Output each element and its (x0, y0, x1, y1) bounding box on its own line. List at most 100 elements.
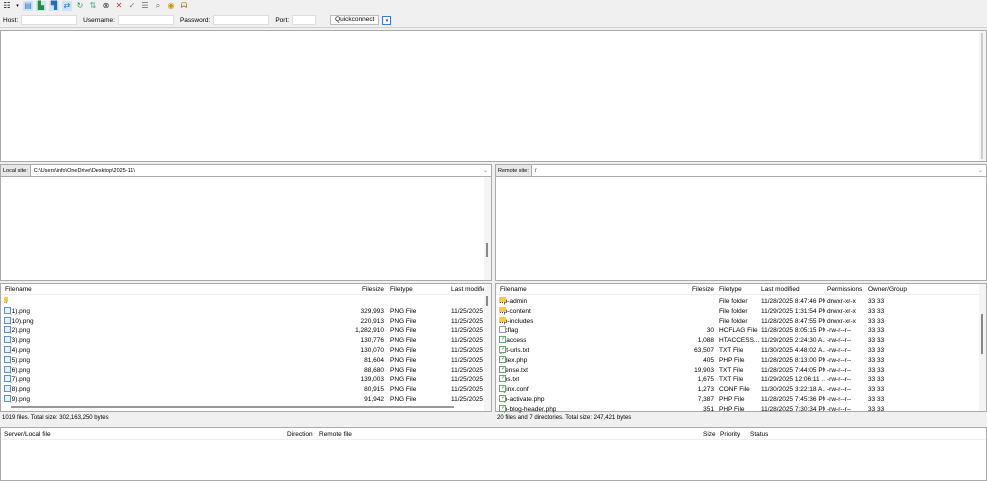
cell-name: 2 (2).png (4, 326, 30, 336)
local-directory-tree[interactable] (0, 177, 492, 281)
local-list-scrollbar[interactable] (484, 284, 491, 411)
remote-path-input[interactable]: / (532, 168, 978, 174)
file-icon (4, 395, 11, 402)
cell-modified: 11/25/2025 6 (451, 347, 485, 354)
dropdown-arrow-icon[interactable]: ▾ (15, 1, 20, 11)
column-filename[interactable]: Filename (500, 284, 527, 295)
column-filetype[interactable]: Filetype (719, 284, 742, 295)
reconnect-icon[interactable]: ✓ (127, 1, 137, 11)
file-row[interactable]: 2 (7).png 139,003 PNG File 11/25/2025 6 (1, 375, 485, 385)
local-tree-toggle-icon[interactable]: ▙ (36, 1, 46, 11)
cell-modified: 11/28/2025 7:44:05 PM (761, 366, 825, 374)
file-row[interactable]: wp-admin File folder 11/28/2025 8:47:46 PM… (496, 297, 978, 307)
file-row[interactable]: 2 (8).png 80,915 PNG File 11/25/2025 6 (1, 385, 485, 395)
cell-modified: 11/25/2025 7 (451, 307, 485, 315)
cell-owner: 33 33 (868, 317, 885, 325)
username-input[interactable] (117, 15, 174, 25)
file-icon (4, 326, 11, 334)
column-remote-file[interactable]: Remote file (319, 429, 352, 440)
column-direction[interactable]: Direction (287, 429, 313, 440)
file-row[interactable]: .hcflag 30 HCFLAG File 11/28/2025 8:05:15 P… (496, 326, 978, 336)
cell-name: 2 (10).png (4, 316, 34, 327)
column-size[interactable]: Size (703, 429, 716, 440)
cell-modified: 11/25/2025 6 (451, 356, 485, 364)
file-row[interactable]: wp-includes File folder 11/28/2025 8:47:55… (496, 316, 978, 327)
process-queue-icon[interactable]: ⇅ (88, 1, 98, 11)
file-row[interactable]: wp-content File folder 11/29/2025 1:31:54 … (496, 306, 978, 317)
file-row[interactable]: 2 (10).png 220,913 PNG File 11/25/2025 6 (1, 316, 485, 327)
file-row[interactable]: 2 (6).png 88,680 PNG File 11/25/2025 6 (1, 365, 485, 376)
file-row[interactable]: llms.txt 1,675 TXT File 11/29/2025 12:06:11… (496, 375, 978, 385)
compare-icon[interactable]: ⌕ (153, 1, 163, 11)
remote-status: 20 files and 7 directories. Total size: … (497, 415, 632, 421)
cancel-icon[interactable]: ⊗ (101, 1, 111, 11)
local-horizontal-scrollbar[interactable] (11, 406, 454, 408)
file-icon (499, 346, 506, 353)
host-label: Host: (3, 16, 19, 24)
filter-icon[interactable]: ☰ (140, 1, 150, 11)
column-last-modified[interactable]: Last modified (761, 284, 800, 295)
column-permissions[interactable]: Permissions (827, 284, 862, 295)
file-row[interactable]: nginx.conf 1,273 CONF File 11/30/2025 3:22:… (496, 385, 978, 395)
cell-size: 139,003 (360, 376, 385, 384)
site-manager-icon[interactable]: ☷ (2, 1, 12, 11)
remote-directory-tree[interactable] (495, 177, 987, 281)
cell-size: 30 (706, 327, 714, 335)
queue-header: Server/Local file Direction Remote file … (1, 429, 986, 440)
local-tree-scrollbar[interactable] (484, 177, 491, 280)
column-priority[interactable]: Priority (720, 429, 740, 440)
cell-type: PHP File (719, 396, 745, 403)
password-input[interactable] (213, 15, 270, 25)
cell-perms: -rw-r--r-- (827, 347, 852, 354)
host-input[interactable] (21, 15, 78, 25)
file-name: wp-blog-header.php (499, 405, 557, 413)
cell-name: .hcflag (499, 326, 518, 336)
file-row[interactable]: .htaccess 1,088 HTACCESS...11/29/2025 2:24… (496, 336, 978, 346)
cell-type: File folder (719, 317, 748, 325)
cell-type: PHP File (719, 356, 745, 364)
file-row[interactable]: license.txt 19,903 TXT File 11/28/2025 7:44… (496, 365, 978, 376)
file-row[interactable]: 2 (9).png 91,942 PNG File 11/25/2025 6 (1, 395, 485, 405)
file-row[interactable]: 2 (5).png 81,604 PNG File 11/25/2025 6 (1, 355, 485, 366)
cell-type: TXT File (719, 376, 744, 384)
file-icon (4, 385, 11, 393)
search-icon[interactable]: ᗣ (179, 1, 189, 11)
file-row[interactable]: gpt-urls.txt 63,507 TXT File 11/30/2025 4:4… (496, 346, 978, 356)
cell-size: 130,070 (360, 347, 385, 354)
cell-name: llms.txt (499, 375, 519, 385)
cell-modified: 11/25/2025 6 (451, 366, 485, 374)
column-last-modified[interactable]: Last modifie (451, 284, 485, 295)
file-row[interactable]: wp-activate.php 7,387 PHP File 11/28/2025 7… (496, 395, 978, 405)
cell-owner: 33 33 (868, 298, 885, 305)
file-row[interactable]: .. (1, 297, 483, 307)
local-path-input[interactable]: C:\Users\info\OneDrive\Desktop\2025-11\ (31, 168, 483, 174)
column-filesize[interactable]: Filesize (331, 284, 384, 295)
column-filename[interactable]: Filename (5, 284, 32, 295)
chevron-down-icon[interactable]: ⌄ (483, 167, 491, 174)
cell-name: wp-content (499, 306, 531, 317)
transfer-queue-toggle-icon[interactable]: ⇄ (62, 1, 72, 11)
sync-browse-icon[interactable]: ◉ (166, 1, 176, 11)
remote-list-scrollbar[interactable] (979, 284, 986, 411)
cell-name: 2 (3).png (4, 336, 30, 346)
column-filetype[interactable]: Filetype (390, 284, 413, 295)
cell-type: PNG File (390, 386, 417, 394)
chevron-down-icon[interactable]: ⌄ (978, 167, 986, 174)
file-row[interactable]: index.php 405 PHP File 11/28/2025 8:13:00 P… (496, 355, 978, 366)
file-row[interactable]: 2 (4).png 130,070 PNG File 11/25/2025 6 (1, 346, 485, 356)
column-status[interactable]: Status (750, 429, 768, 440)
disconnect-icon[interactable]: ✕ (114, 1, 124, 11)
quickconnect-history-dropdown[interactable]: ▾ (382, 15, 392, 25)
message-log-scrollbar[interactable] (979, 31, 986, 161)
remote-tree-toggle-icon[interactable]: ▜ (49, 1, 59, 11)
column-owner-group[interactable]: Owner/Group (868, 284, 907, 295)
message-log-toggle-icon[interactable]: ▤ (23, 1, 33, 11)
column-filesize[interactable]: Filesize (676, 284, 714, 295)
refresh-icon[interactable]: ↻ (75, 1, 85, 11)
column-server-local-file[interactable]: Server/Local file (4, 429, 51, 440)
port-input[interactable] (292, 15, 317, 25)
file-row[interactable]: 2 (3).png 130,776 PNG File 11/25/2025 6 (1, 336, 485, 346)
file-row[interactable]: 2 (2).png 1,282,910 PNG File 11/25/2025 6 (1, 326, 485, 336)
file-row[interactable]: 2 (1).png 329,993 PNG File 11/25/2025 7 (1, 306, 485, 317)
quickconnect-button[interactable]: Quickconnect (330, 15, 380, 25)
